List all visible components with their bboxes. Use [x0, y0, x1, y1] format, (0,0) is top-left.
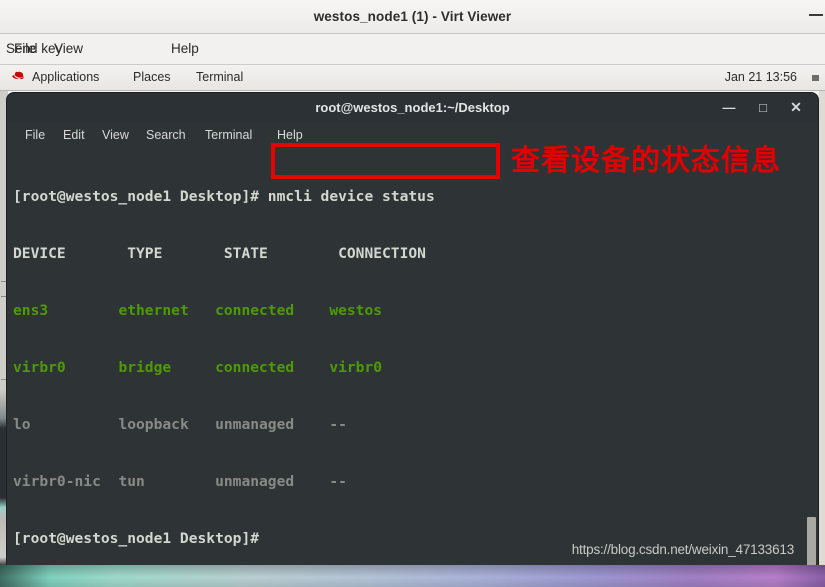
virt-viewer-menubar: File View Send key Help [0, 34, 825, 65]
terminal-title: root@westos_node1:~/Desktop [315, 100, 510, 115]
terminal-row-virbr0-nic: virbr0-nic tun unmanaged -- [13, 473, 347, 490]
virt-viewer-titlebar: westos_node1 (1) - Virt Viewer [0, 0, 825, 34]
menu-send-key[interactable]: Send key [0, 34, 68, 64]
virt-viewer-minimize-button[interactable] [809, 14, 823, 16]
terminal-scrollbar-track[interactable] [805, 149, 818, 565]
gnome-top-panel: Applications Places Terminal Jan 21 13:5… [0, 65, 825, 91]
terminal-scrollbar-thumb[interactable] [807, 517, 816, 565]
annotation-label: 查看设备的状态信息 [511, 143, 782, 177]
terminal-line-header: DEVICE TYPE STATE CONNECTION [13, 245, 426, 262]
terminal-menu-help[interactable]: Help [277, 122, 303, 148]
panel-item-terminal[interactable]: Terminal [196, 65, 243, 90]
terminal-menu-view[interactable]: View [102, 122, 129, 148]
terminal-prompt-1: [root@westos_node1 Desktop [13, 188, 242, 205]
terminal-line-final-prompt: [root@westos_node1 Desktop]# [13, 530, 260, 547]
terminal-text-buffer: [root@westos_node1 Desktop]# nmcli devic… [13, 149, 435, 565]
redhat-logo-icon [12, 71, 24, 80]
terminal-menu-edit[interactable]: Edit [63, 122, 85, 148]
terminal-maximize-button[interactable]: □ [750, 93, 776, 122]
terminal-menu-terminal[interactable]: Terminal [205, 122, 252, 148]
terminal-row-ens3: ens3 ethernet connected westos [13, 302, 383, 319]
terminal-row-lo: lo loopback unmanaged -- [13, 416, 347, 433]
terminal-command-1: ]# nmcli device status [241, 188, 435, 205]
panel-status-menu-icon[interactable] [812, 75, 819, 81]
virt-viewer-right-edge [819, 91, 825, 565]
panel-item-places[interactable]: Places [133, 65, 171, 90]
watermark-text: https://blog.csdn.net/weixin_47133613 [571, 542, 794, 557]
screen-root: westos_node1 (1) - Virt Viewer File View… [0, 0, 825, 587]
terminal-line-command: [root@westos_node1 Desktop]# nmcli devic… [13, 187, 435, 206]
panel-clock[interactable]: Jan 21 13:56 [725, 65, 797, 90]
terminal-row-virbr0: virbr0 bridge connected virbr0 [13, 359, 383, 376]
virt-viewer-title: westos_node1 (1) - Virt Viewer [313, 9, 512, 24]
terminal-minimize-button[interactable]: — [716, 93, 742, 122]
terminal-titlebar: root@westos_node1:~/Desktop — □ ✕ [7, 93, 818, 123]
panel-item-applications[interactable]: Applications [32, 65, 99, 90]
terminal-output-area[interactable]: [root@westos_node1 Desktop]# nmcli devic… [7, 149, 818, 565]
terminal-close-button[interactable]: ✕ [783, 93, 809, 122]
terminal-menu-file[interactable]: File [25, 122, 45, 148]
menu-help[interactable]: Help [165, 34, 205, 64]
desktop-wallpaper-shade [0, 565, 825, 587]
terminal-menu-search[interactable]: Search [146, 122, 186, 148]
